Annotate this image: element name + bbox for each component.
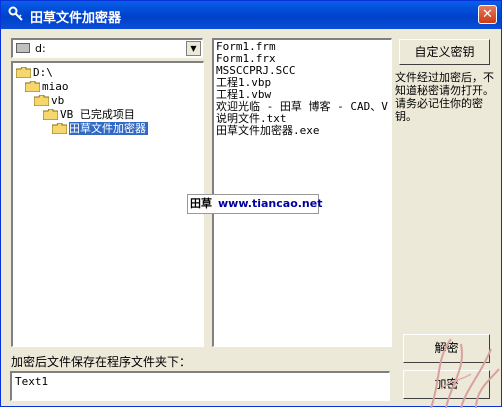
encrypt-button[interactable]: 加密 (403, 370, 490, 399)
custom-key-button[interactable]: 自定义密钥 (399, 39, 490, 65)
watermark-cn: 田草 (190, 197, 212, 210)
output-textbox[interactable]: Text1 (10, 371, 390, 401)
save-location-label: 加密后文件保存在程序文件夹下： (11, 355, 192, 369)
close-button[interactable]: ✕ (478, 5, 497, 24)
directory-list[interactable]: D:\ miao vb VB 已完成项目 田草文件加密器 (11, 61, 204, 347)
window-title: 田草文件加密器 (30, 11, 122, 26)
file-item[interactable]: 田草文件加密器.exe (216, 125, 320, 137)
directory-label: VB 已完成项目 (60, 108, 135, 121)
decrypt-button[interactable]: 解密 (403, 334, 490, 363)
key-icon (8, 6, 23, 21)
app-window: 田草文件加密器 ✕ d: ▼ D:\ miao vb VB 已完成项目 田草文件加密器 … (0, 0, 502, 408)
watermark: 田草 www.tiancao.net (187, 194, 323, 214)
file-list[interactable]: Form1.frm Form1.frx MSSCCPRJ.SCC 工程1.vbp 工程1… (212, 38, 392, 347)
folder-icon (43, 109, 58, 120)
drive-select[interactable]: d: ▼ (11, 38, 203, 58)
drive-icon (16, 43, 30, 53)
folder-icon (25, 81, 40, 92)
dropdown-arrow-icon[interactable]: ▼ (186, 41, 201, 56)
folder-icon (52, 123, 67, 134)
watermark-url: www.tiancao.net (218, 197, 323, 210)
folder-icon (16, 67, 31, 78)
directory-label: vb (51, 94, 65, 107)
directory-label: 田草文件加密器 (69, 122, 148, 135)
folder-icon (34, 95, 49, 106)
drive-value: d: (35, 42, 46, 55)
directory-label: miao (42, 80, 69, 93)
info-text: 文件经过加密后，不知道秘密请勿打开。请务必记住你的密钥。 (395, 71, 494, 123)
directory-label: D:\ (33, 66, 53, 79)
output-value: Text1 (15, 375, 49, 388)
title-bar[interactable]: 田草文件加密器 ✕ (1, 1, 501, 29)
